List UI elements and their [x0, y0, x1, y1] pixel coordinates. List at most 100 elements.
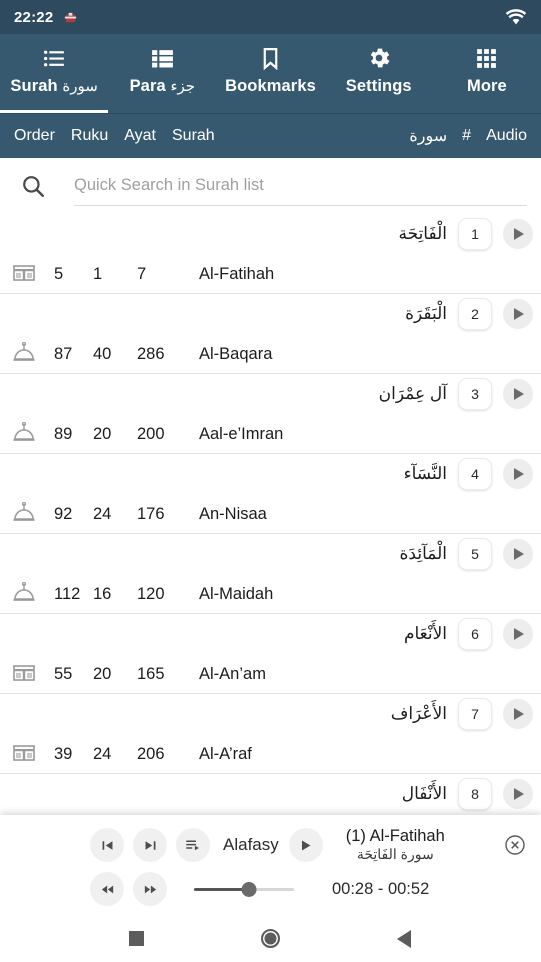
surah-number-badge[interactable]: 8	[458, 778, 492, 810]
surah-name: Al-Fatihah	[199, 264, 275, 283]
play-icon[interactable]	[503, 219, 533, 249]
tab-para-ar: جزء	[170, 78, 196, 95]
play-triangle	[514, 468, 524, 480]
tab-para[interactable]: Para جزء	[108, 34, 216, 113]
reciter-name[interactable]: Alafasy	[223, 835, 279, 855]
surah-number-badge[interactable]: 6	[458, 618, 492, 650]
surah-number-badge[interactable]: 2	[458, 298, 492, 330]
back-triangle-icon[interactable]	[389, 924, 419, 954]
surah-number-badge[interactable]: 7	[458, 698, 492, 730]
surah-ruku: 20	[93, 424, 112, 443]
play-triangle	[514, 628, 524, 640]
surah-row-top: الأَنْفَال 8	[0, 774, 541, 814]
surah-number-badge[interactable]: 1	[458, 218, 492, 250]
surah-row-top: آل عِمْرَان 3	[0, 374, 541, 414]
surah-arabic-name: الْبَقَرَة	[405, 304, 447, 323]
column-header-surah-arabic[interactable]: سورة	[409, 126, 447, 146]
surah-row-top: الْبَقَرَة 2	[0, 294, 541, 334]
surah-row-top: الأَنْعَام 6	[0, 614, 541, 654]
column-header-audio[interactable]: Audio	[486, 127, 527, 145]
column-header-order[interactable]: Order	[14, 127, 55, 145]
surah-name: An-Nisaa	[199, 504, 267, 523]
tab-surah-en: Surah	[10, 77, 58, 95]
search-input[interactable]	[74, 176, 527, 195]
play-icon[interactable]	[503, 779, 533, 809]
surah-row-top: الْفَاتِحَة 1	[0, 214, 541, 254]
table-row[interactable]: الأَنْعَام 6 55 20 165 Al-An’am	[0, 614, 541, 694]
play-icon[interactable]	[288, 828, 323, 862]
column-header-surah[interactable]: Surah	[172, 127, 215, 145]
table-row[interactable]: الْفَاتِحَة 1 5 1 7 Al-Fatihah	[0, 214, 541, 294]
surah-arabic-name: النَّسَآء	[403, 464, 447, 483]
skip-next-icon[interactable]	[133, 828, 167, 862]
home-circle-icon[interactable]	[255, 924, 285, 954]
surah-name: Al-An’am	[199, 664, 266, 683]
surah-ayat: 120	[137, 584, 165, 603]
wifi-icon	[505, 8, 527, 26]
surah-ruku: 20	[93, 664, 112, 683]
now-playing-title-arabic: سورة الفَاتِحَة	[356, 846, 434, 863]
surah-list: الْفَاتِحَة 1 5 1 7 Al-Fatihah الْبَقَرَ…	[0, 214, 541, 854]
column-header-ruku[interactable]: Ruku	[71, 127, 108, 145]
surah-order: 89	[54, 424, 73, 443]
tab-surah-ar: سورة	[62, 78, 98, 95]
column-header-number[interactable]: #	[462, 127, 471, 145]
surah-row-top: الْمَآئِدَة 5	[0, 534, 541, 574]
play-icon[interactable]	[503, 299, 533, 329]
audio-player-bar: Alafasy (1) Al-Fatihah سورة الفَاتِحَة 0…	[0, 815, 541, 915]
surah-row-bottom: 89 20 200 Aal-e’Imran	[0, 414, 541, 454]
kaaba-icon	[11, 661, 41, 687]
surah-arabic-name: الأَنْعَام	[403, 624, 447, 643]
search-icon[interactable]	[20, 173, 46, 199]
slider-thumb[interactable]	[241, 881, 257, 897]
playback-progress-slider[interactable]	[194, 876, 294, 902]
tab-surah[interactable]: Surah سورة	[0, 34, 109, 113]
table-row[interactable]: الْمَآئِدَة 5 112 16 120 Al-Maidah	[0, 534, 541, 614]
bookmark-icon	[258, 43, 283, 73]
play-icon[interactable]	[503, 619, 533, 649]
play-icon[interactable]	[503, 699, 533, 729]
table-row[interactable]: الْبَقَرَة 2 87 40 286 Al-Baqara	[0, 294, 541, 374]
table-row[interactable]: الأَعْرَاف 7 39 24 206 Al-A’raf	[0, 694, 541, 774]
play-icon[interactable]	[503, 539, 533, 569]
tab-bookmarks[interactable]: Bookmarks	[216, 34, 324, 113]
surah-ruku: 40	[93, 344, 112, 363]
tab-label-surah: Surah سورة	[10, 77, 97, 96]
tab-more[interactable]: More	[433, 34, 541, 113]
surah-order: 39	[54, 744, 73, 763]
app-notification-icon	[63, 11, 78, 26]
tab-para-en: Para	[129, 77, 166, 95]
player-top-row: Alafasy (1) Al-Fatihah سورة الفَاتِحَة	[0, 823, 541, 867]
rewind-icon[interactable]	[90, 872, 124, 906]
surah-row-bottom: 112 16 120 Al-Maidah	[0, 574, 541, 614]
home-circle-shape	[260, 929, 280, 948]
column-header-ayat[interactable]: Ayat	[124, 127, 156, 145]
column-header-left: Order Ruku Ayat Surah	[14, 127, 215, 145]
main-tab-bar: Surah سورة Para جزء Bookmarks Settings M…	[0, 34, 541, 113]
playlist-play-icon[interactable]	[176, 828, 210, 862]
table-row[interactable]: النَّسَآء 4 92 24 176 An-Nisaa	[0, 454, 541, 534]
play-icon[interactable]	[503, 459, 533, 489]
surah-ruku: 16	[93, 584, 112, 603]
search-bar	[0, 158, 541, 214]
surah-name: Aal-e’Imran	[199, 424, 284, 443]
surah-number-badge[interactable]: 5	[458, 538, 492, 570]
recents-square-icon[interactable]	[122, 924, 152, 954]
skip-previous-icon[interactable]	[90, 828, 124, 862]
play-triangle	[514, 388, 524, 400]
surah-number-badge[interactable]: 4	[458, 458, 492, 490]
fast-forward-icon[interactable]	[133, 872, 167, 906]
tab-settings[interactable]: Settings	[325, 34, 433, 113]
now-playing-info: (1) Al-Fatihah سورة الفَاتِحَة	[346, 827, 445, 862]
surah-order: 5	[54, 264, 64, 283]
android-nav-bar	[0, 915, 541, 962]
dome-icon	[11, 501, 41, 527]
close-circle-icon[interactable]	[503, 833, 527, 857]
table-row[interactable]: آل عِمْرَان 3 89 20 200 Aal-e’Imran	[0, 374, 541, 454]
play-icon[interactable]	[503, 379, 533, 409]
surah-ayat: 200	[137, 424, 165, 443]
grid-apps-icon	[474, 43, 499, 73]
surah-row-top: الأَعْرَاف 7	[0, 694, 541, 734]
surah-number-badge[interactable]: 3	[458, 378, 492, 410]
status-bar: 22:22	[0, 0, 541, 34]
